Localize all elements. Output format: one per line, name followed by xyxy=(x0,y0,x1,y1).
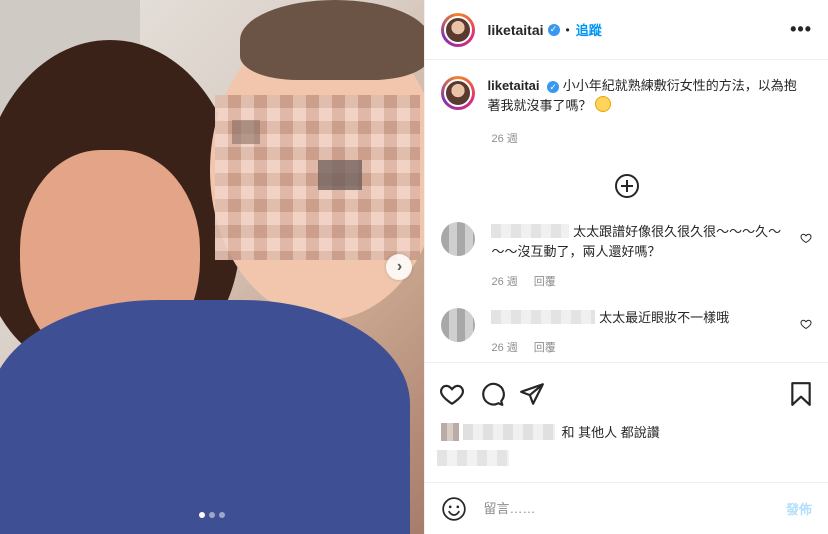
comment-icon[interactable] xyxy=(479,381,506,407)
caption-text-block: liketaitai ✓ 小小年紀就熟練敷衍女性的方法，以為抱著我就沒事了嗎？ xyxy=(487,76,797,116)
blurred-liker-avatar[interactable] xyxy=(441,422,460,441)
header-separator: • xyxy=(565,22,570,37)
comments-section[interactable]: liketaitai ✓ 小小年紀就熟練敷衍女性的方法，以為抱著我就沒事了嗎？ … xyxy=(425,60,828,362)
instagram-post: › liketaitai ✓ • 追蹤 ••• liketaitai ✓ 小小年… xyxy=(0,0,828,534)
avatar-image xyxy=(444,15,473,44)
add-comment-bar: 發佈 xyxy=(425,482,828,534)
post-media[interactable]: › xyxy=(0,0,425,534)
follow-button[interactable]: 追蹤 xyxy=(576,20,602,39)
verified-badge-icon: ✓ xyxy=(547,23,560,36)
blurred-avatar[interactable] xyxy=(441,308,476,342)
heart-icon[interactable] xyxy=(800,318,812,330)
carousel-dot-active xyxy=(199,512,206,518)
comment-body: 太太最近眼妝不一樣哦 26 週 回覆 xyxy=(491,308,791,358)
load-more-icon[interactable] xyxy=(614,174,639,198)
post-header: liketaitai ✓ • 追蹤 ••• xyxy=(425,0,828,60)
emoji-icon xyxy=(595,96,612,112)
heart-icon[interactable] xyxy=(800,232,812,244)
blurred-username[interactable] xyxy=(491,310,596,324)
comment-timestamp[interactable]: 26 週 xyxy=(491,276,517,288)
likes-summary: 和 其他人 都說讚 xyxy=(441,422,660,441)
photo-baby-hair xyxy=(240,0,425,80)
reply-button[interactable]: 回覆 xyxy=(534,276,556,288)
comment-text: 太太最近眼妝不一樣哦 xyxy=(599,310,730,325)
comment-meta: 26 週 回覆 xyxy=(491,272,791,292)
blurred-post-date xyxy=(437,450,510,466)
comment-meta: 26 週 回覆 xyxy=(491,338,791,358)
blurred-liker-names[interactable] xyxy=(463,423,556,440)
chevron-right-icon: › xyxy=(396,258,403,275)
comment-body: 太太跟譜好像很久很久很～～～久～～～沒互動了，兩人還好嗎？ 26 週回覆 xyxy=(491,222,791,292)
photo-mosaic-eye xyxy=(232,120,260,144)
emoji-icon[interactable] xyxy=(441,496,467,522)
post-sidebar: liketaitai ✓ • 追蹤 ••• liketaitai ✓ 小小年紀就… xyxy=(424,0,828,534)
likes-text[interactable]: 和 其他人 都說讚 xyxy=(561,422,659,441)
caption-username[interactable]: liketaitai xyxy=(487,78,539,93)
caption-timestamp[interactable]: 26 週 xyxy=(491,130,812,146)
post-actions xyxy=(425,362,828,424)
carousel-dots xyxy=(0,512,424,518)
verified-badge-icon: ✓ xyxy=(547,81,560,93)
blurred-avatar[interactable] xyxy=(441,222,476,256)
comment-timestamp[interactable]: 26 週 xyxy=(491,342,517,354)
header-username[interactable]: liketaitai xyxy=(487,22,543,38)
post-caption: liketaitai ✓ 小小年紀就熟練敷衍女性的方法，以為抱著我就沒事了嗎？ xyxy=(441,76,812,116)
carousel-dot xyxy=(209,512,216,518)
post-comment-button[interactable]: 發佈 xyxy=(786,499,812,518)
avatar[interactable] xyxy=(441,12,476,47)
share-icon[interactable] xyxy=(519,381,545,407)
avatar[interactable] xyxy=(441,76,476,110)
carousel-next-button[interactable]: › xyxy=(386,254,413,280)
photo-shirt xyxy=(0,300,410,534)
comment-input[interactable] xyxy=(481,500,786,517)
blurred-username[interactable] xyxy=(491,224,570,238)
heart-icon[interactable] xyxy=(439,381,465,407)
carousel-dot xyxy=(219,512,226,518)
bookmark-icon[interactable] xyxy=(788,381,814,407)
photo-mosaic-eye xyxy=(318,160,362,190)
comment-item: 太太跟譜好像很久很久很～～～久～～～沒互動了，兩人還好嗎？ 26 週回覆 xyxy=(441,222,812,292)
comment-item: 太太最近眼妝不一樣哦 26 週 回覆 xyxy=(441,308,812,358)
more-options-icon[interactable]: ••• xyxy=(790,19,812,40)
avatar-image xyxy=(444,79,473,107)
reply-button[interactable]: 回覆 xyxy=(534,342,556,354)
